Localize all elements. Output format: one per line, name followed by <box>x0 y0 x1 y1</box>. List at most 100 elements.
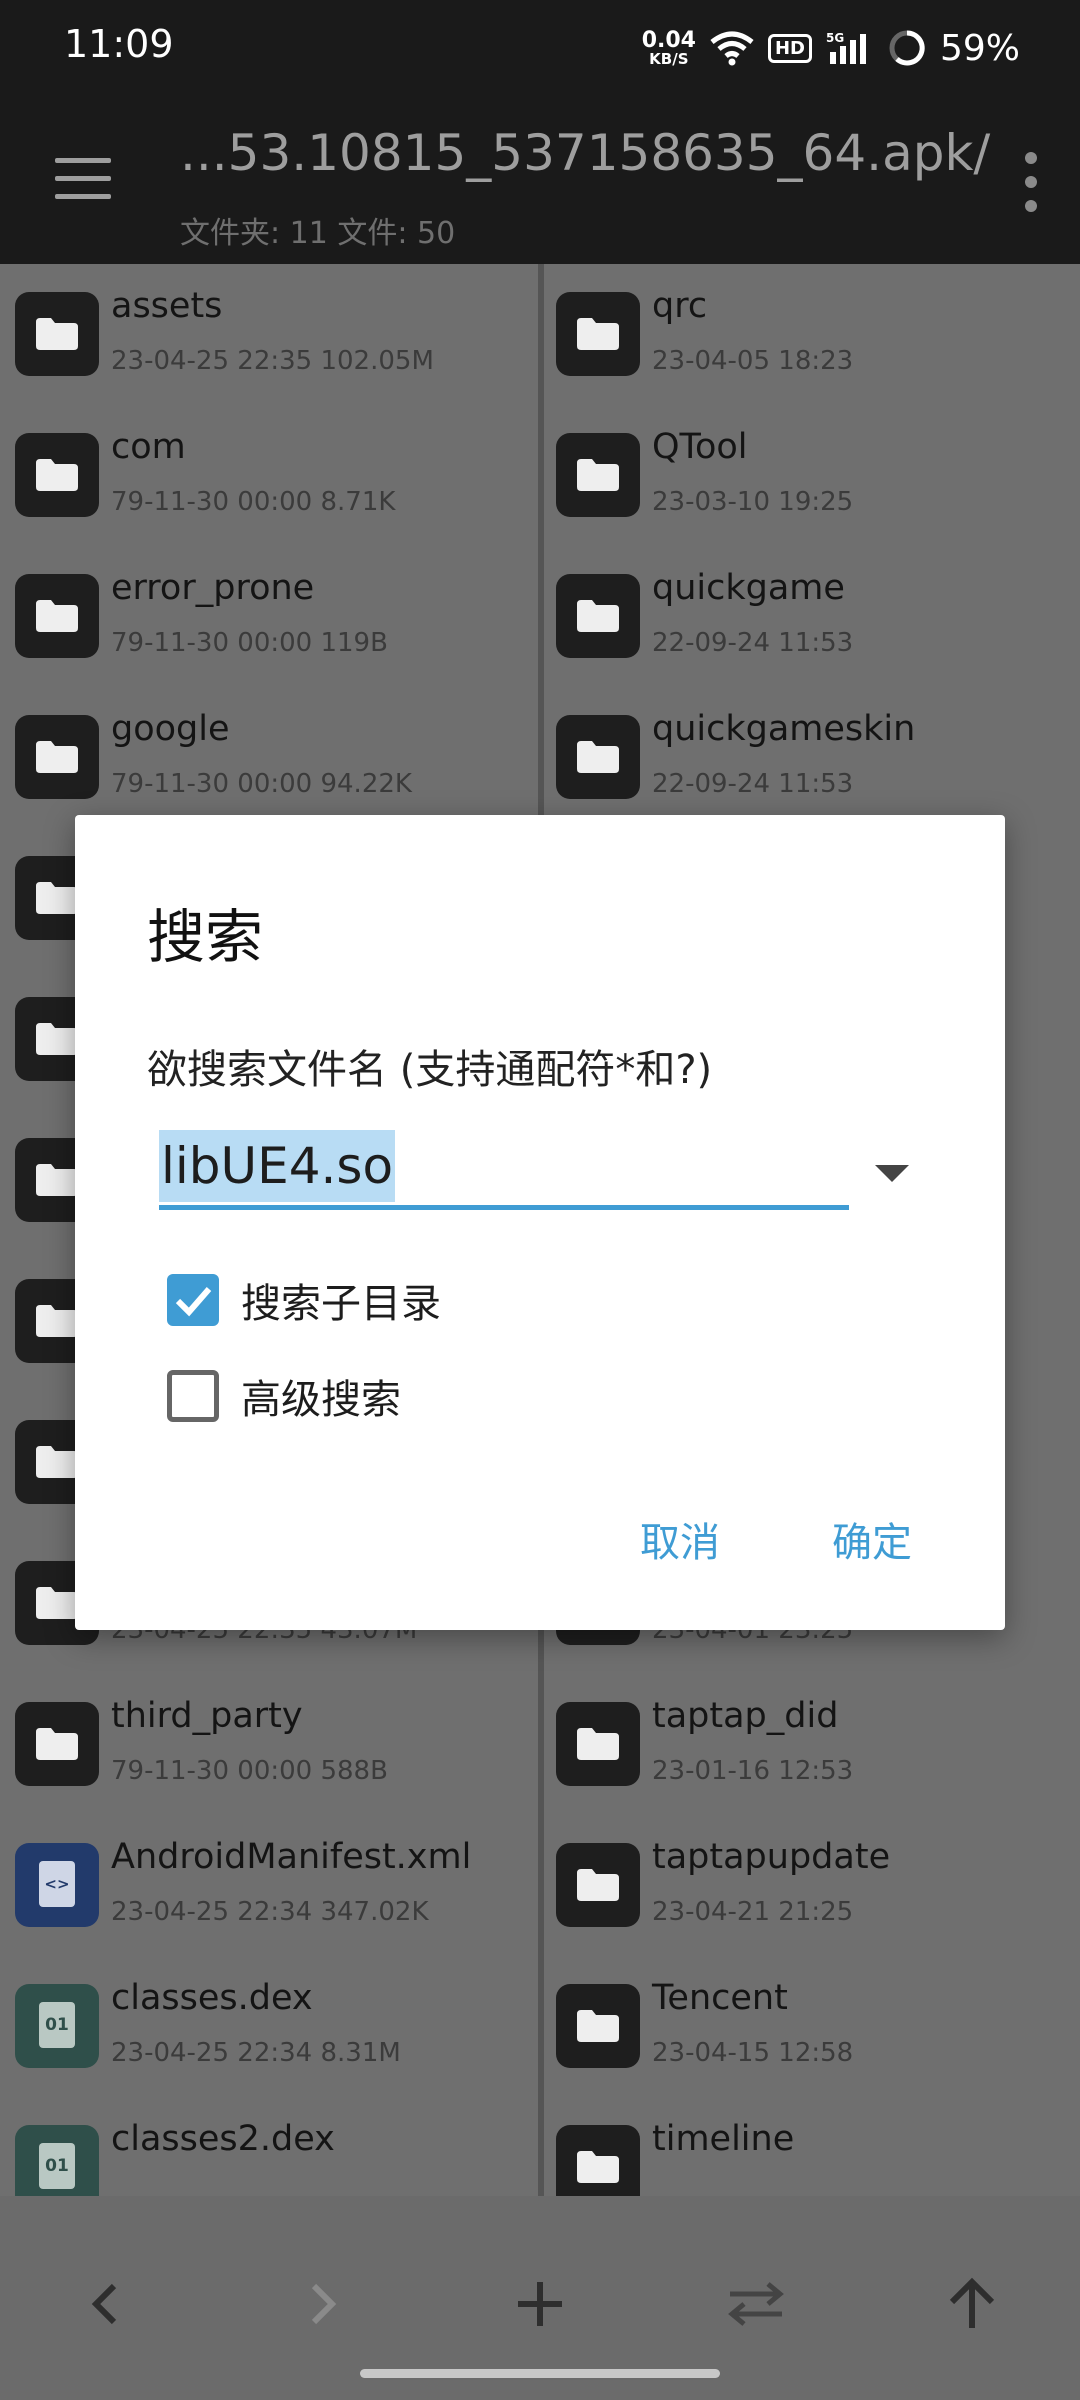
status-bar: 11:09 0.04 KB/S HD 5G 59% <box>0 0 1080 96</box>
file-list-item[interactable]: quickgame 22-09-24 11:53 <box>544 546 1080 687</box>
hd-badge: HD <box>767 33 812 63</box>
dex-file-icon: 01 <box>15 1984 99 2068</box>
folder-icon <box>15 715 99 799</box>
file-list-item[interactable]: error_prone 79-11-30 00:00 119B <box>0 546 538 687</box>
file-meta: 23-04-25 22:34 347.02K <box>111 1897 429 1927</box>
search-subdirectories-label: 搜索子目录 <box>241 1281 441 1327</box>
folder-icon <box>556 1984 640 2068</box>
file-name: quickgameskin <box>652 709 916 749</box>
folder-glyph <box>36 741 78 773</box>
file-name: quickgame <box>652 568 845 608</box>
home-indicator[interactable] <box>360 2369 720 2378</box>
file-list-item[interactable]: google 79-11-30 00:00 94.22K <box>0 687 538 828</box>
file-list-item[interactable]: quickgameskin 22-09-24 11:53 <box>544 687 1080 828</box>
folder-glyph <box>36 1587 78 1619</box>
add-button[interactable] <box>504 2268 576 2340</box>
folder-glyph <box>36 1446 78 1478</box>
file-list-item[interactable]: qrc 23-04-05 18:23 <box>544 264 1080 405</box>
file-list-item[interactable]: 01 classes2.dex <box>0 2097 538 2196</box>
folder-icon <box>556 574 640 658</box>
file-name: AndroidManifest.xml <box>111 1837 472 1877</box>
network-speed-value: 0.04 <box>641 27 696 53</box>
file-list-item[interactable]: timeline <box>544 2097 1080 2196</box>
folder-icon <box>556 292 640 376</box>
more-options-icon[interactable] <box>1022 152 1040 212</box>
file-name: taptapupdate <box>652 1837 891 1877</box>
switch-pane-button[interactable] <box>720 2268 792 2340</box>
search-subdirectories-option[interactable]: 搜索子目录 <box>167 1270 441 1330</box>
file-meta: 79-11-30 00:00 8.71K <box>111 487 396 517</box>
file-meta: 23-03-10 19:25 <box>652 487 854 517</box>
file-list-item[interactable]: QTool 23-03-10 19:25 <box>544 405 1080 546</box>
folder-glyph <box>36 882 78 914</box>
file-list-item[interactable]: assets 23-04-25 22:35 102.05M <box>0 264 538 405</box>
folder-icon <box>556 1702 640 1786</box>
wifi-icon <box>710 31 754 66</box>
folder-icon <box>15 574 99 658</box>
file-list-item[interactable]: taptap_did 23-01-16 12:53 <box>544 1674 1080 1815</box>
folder-glyph <box>577 1728 619 1760</box>
folder-icon <box>15 1702 99 1786</box>
confirm-button[interactable]: 确定 <box>832 1510 912 1568</box>
folder-glyph <box>36 318 78 350</box>
search-input-value[interactable]: libUE4.so <box>159 1130 396 1202</box>
file-meta: 23-04-15 12:58 <box>652 2038 854 2068</box>
checkmark-icon <box>175 1287 212 1317</box>
back-button[interactable] <box>70 2268 142 2340</box>
file-list-item[interactable]: Tencent 23-04-15 12:58 <box>544 1956 1080 2097</box>
forward-button[interactable] <box>286 2268 358 2340</box>
folder-glyph <box>36 1728 78 1760</box>
dex-file-icon: 01 <box>15 2125 99 2196</box>
file-name: qrc <box>652 286 708 326</box>
file-meta: 23-01-16 12:53 <box>652 1756 854 1786</box>
dropdown-arrow-icon[interactable] <box>875 1165 909 1182</box>
network-speed: 0.04 KB/S <box>641 27 696 68</box>
advanced-search-option[interactable]: 高级搜索 <box>167 1366 401 1426</box>
folder-icon <box>556 2125 640 2196</box>
cancel-button[interactable]: 取消 <box>640 1510 720 1568</box>
battery-icon <box>889 30 925 66</box>
file-meta: 79-11-30 00:00 588B <box>111 1756 388 1786</box>
menu-icon[interactable] <box>55 158 111 200</box>
folder-glyph <box>577 2010 619 2042</box>
file-name: assets <box>111 286 223 326</box>
status-time: 11:09 <box>64 22 174 66</box>
status-icons: 0.04 KB/S HD 5G 59% <box>642 20 1020 76</box>
file-name: classes2.dex <box>111 2119 335 2159</box>
parent-directory-button[interactable] <box>936 2268 1008 2340</box>
folder-icon <box>556 715 640 799</box>
dialog-title: 搜索 <box>147 903 264 971</box>
swap-arrows-icon <box>728 2282 784 2326</box>
svg-text:5G: 5G <box>826 31 844 45</box>
battery-percent: 59% <box>939 27 1020 69</box>
file-name: QTool <box>652 427 748 467</box>
network-speed-unit: KB/S <box>649 49 689 68</box>
file-name: classes.dex <box>111 1978 313 2018</box>
file-meta: 23-04-25 22:34 8.31M <box>111 2038 401 2068</box>
file-meta: 22-09-24 11:53 <box>652 628 854 658</box>
advanced-search-checkbox[interactable] <box>167 1370 219 1422</box>
folder-glyph <box>577 2151 619 2183</box>
signal-icon: 5G <box>826 31 866 64</box>
file-type-badge: <> <box>39 1861 75 1907</box>
folder-glyph <box>36 1023 78 1055</box>
file-list-item[interactable]: com 79-11-30 00:00 8.71K <box>0 405 538 546</box>
file-meta: 22-09-24 11:53 <box>652 769 854 799</box>
file-meta: 79-11-30 00:00 119B <box>111 628 388 658</box>
file-list-item[interactable]: <> AndroidManifest.xml 23-04-25 22:34 347.… <box>0 1815 538 1956</box>
folder-icon <box>556 1843 640 1927</box>
file-list-item[interactable]: 01 classes.dex 23-04-25 22:34 8.31M <box>0 1956 538 2097</box>
chevron-right-icon <box>311 2283 337 2325</box>
file-name: taptap_did <box>652 1696 839 1736</box>
folder-icon <box>15 433 99 517</box>
file-list-item[interactable]: taptapupdate 23-04-21 21:25 <box>544 1815 1080 1956</box>
chevron-left-icon <box>91 2283 117 2325</box>
file-list-item[interactable]: third_party 79-11-30 00:00 588B <box>0 1674 538 1815</box>
file-meta: 23-04-05 18:23 <box>652 346 854 376</box>
app-bar: ...53.10815_537158635_64.apk/ 文件夹: 11 文件… <box>0 96 1080 264</box>
file-name: Tencent <box>652 1978 788 2018</box>
search-subdirectories-checkbox[interactable] <box>167 1274 219 1326</box>
file-meta: 23-04-25 22:35 102.05M <box>111 346 434 376</box>
file-meta: 23-04-21 21:25 <box>652 1897 854 1927</box>
folder-icon <box>15 292 99 376</box>
